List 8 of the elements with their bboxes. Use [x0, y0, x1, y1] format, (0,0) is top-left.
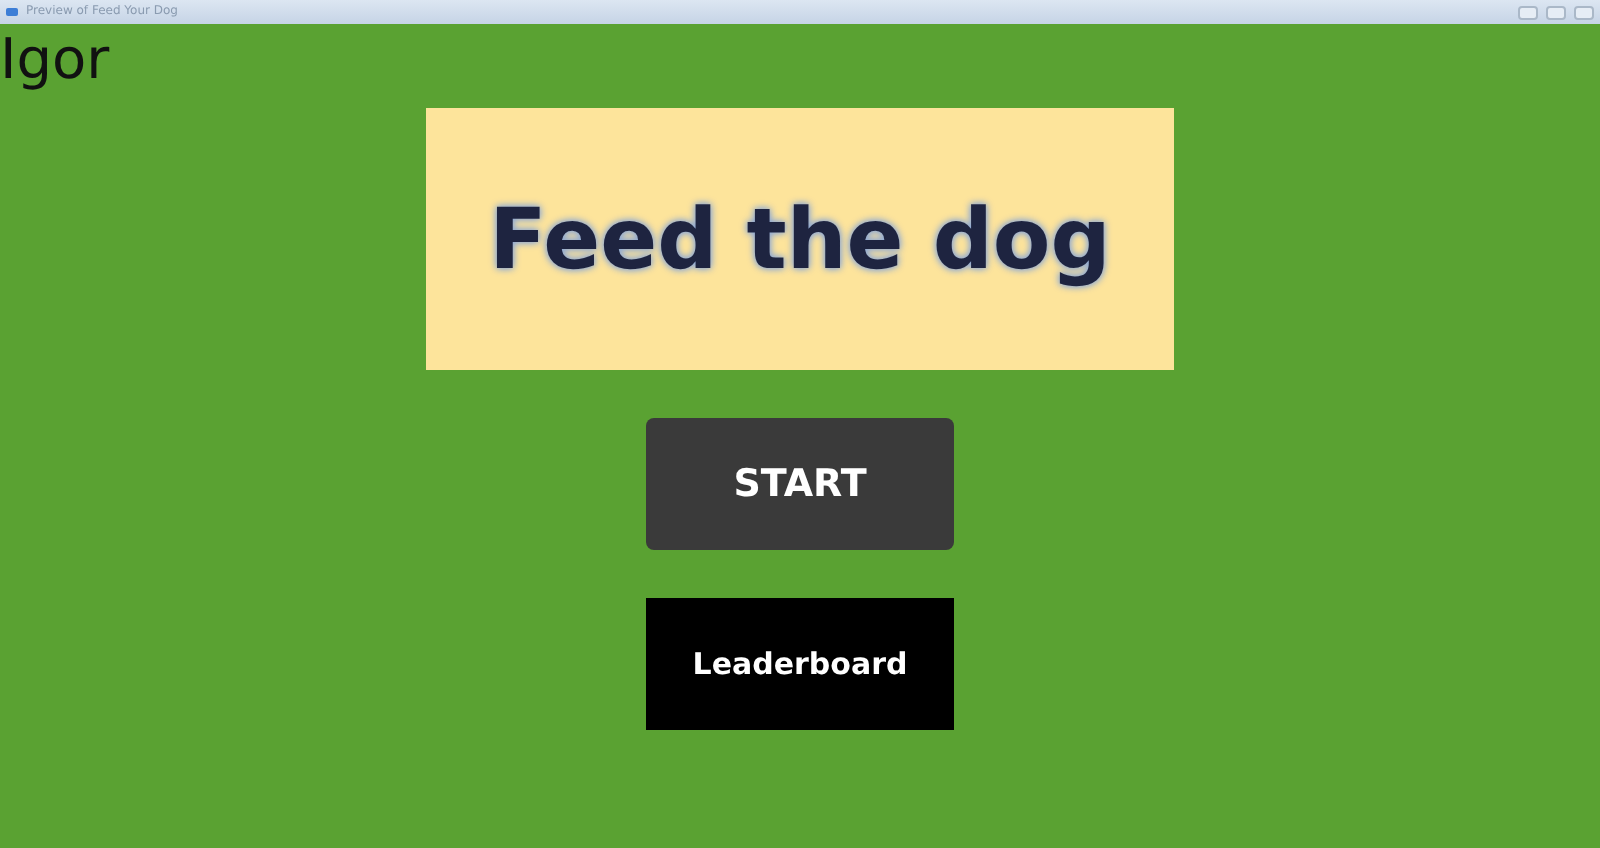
player-name: Igor: [0, 24, 110, 88]
close-button[interactable]: [1574, 5, 1594, 19]
app-icon: [6, 6, 18, 18]
game-title: Feed the dog: [489, 188, 1111, 292]
maximize-button[interactable]: [1546, 5, 1566, 19]
minimize-button[interactable]: [1518, 5, 1538, 19]
start-button[interactable]: START: [646, 418, 954, 550]
leaderboard-button[interactable]: Leaderboard: [646, 598, 954, 730]
